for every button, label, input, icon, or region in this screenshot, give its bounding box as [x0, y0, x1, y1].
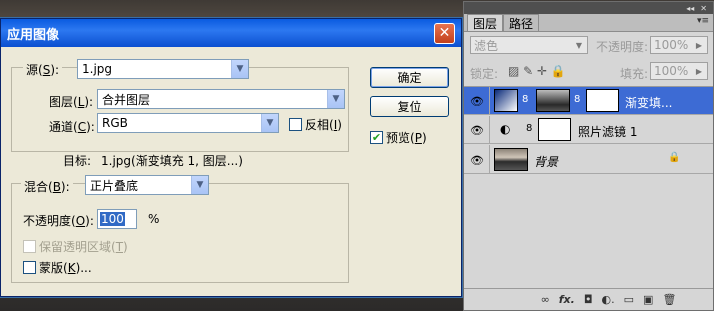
apply-image-dialog: 应用图像 ✕ 源(S): 1.jpg ▼ 图层(L): 合并图层 ▼ 通道(C)… — [0, 18, 462, 297]
mask-checkbox[interactable]: 蒙版(K)... — [23, 259, 92, 276]
chevron-down-icon: ▼ — [575, 40, 583, 50]
lock-fill-row: 锁定: ▨ ✎ ✛ 🔒 填充: 100% ▶ — [468, 62, 709, 84]
invert-checkbox[interactable]: 反相(I) — [289, 116, 342, 133]
source-value: 1.jpg — [82, 62, 113, 76]
channel-select[interactable]: RGB ▼ — [97, 113, 279, 133]
panel-opacity-label: 不透明度: — [596, 40, 649, 54]
panel-topbar: ◂◂ ✕ — [464, 2, 713, 14]
panel-tabs: 图层 路径 ▾≡ — [464, 14, 713, 32]
checkbox-icon — [23, 240, 36, 253]
gradient-fill-thumbnail — [494, 89, 518, 112]
panel-opacity-input[interactable]: 100% ▶ — [650, 36, 708, 54]
preview-checkbox[interactable]: ✔ 预览(P) — [370, 129, 427, 146]
layer-name: 照片滤镜 1 — [578, 125, 638, 139]
adjustment-layer-icon[interactable]: ◐. — [602, 293, 615, 306]
vector-mask-thumbnail — [586, 89, 619, 112]
folder-icon[interactable]: ▭ — [624, 293, 634, 306]
tab-paths[interactable]: 路径 — [503, 14, 540, 31]
layers-list: 👁 8 8 渐变填... 👁 ◐ 8 照片滤镜 1 👁 背景 🔒 — [464, 86, 713, 286]
new-layer-icon[interactable]: ▣ — [643, 293, 653, 306]
layer-row[interactable]: 👁 ◐ 8 照片滤镜 1 — [464, 116, 713, 144]
link-icon: 8 — [522, 94, 529, 105]
blend-mode-value: 滤色 — [474, 38, 499, 53]
reset-button[interactable]: 复位 — [370, 96, 449, 117]
link-layers-icon[interactable]: ∞ — [541, 293, 550, 306]
preserve-transparency-checkbox[interactable]: 保留透明区域(T) — [23, 238, 128, 255]
layer-visibility[interactable]: 👁 — [464, 145, 490, 173]
chevron-right-icon: ▶ — [695, 66, 703, 76]
blend-mode-select[interactable]: 滤色 ▼ — [470, 36, 588, 54]
eye-icon: 👁 — [470, 153, 484, 167]
opacity-unit: % — [148, 212, 160, 226]
source-label: 源(S): — [23, 61, 63, 78]
fill-label: 填充: — [620, 67, 649, 81]
collapse-icon[interactable]: ◂◂ — [686, 4, 694, 13]
chevron-down-icon: ▼ — [231, 60, 248, 78]
layer-name: 渐变填... — [625, 96, 673, 110]
layer-select[interactable]: 合并图层 ▼ — [97, 89, 345, 109]
chevron-down-icon: ▼ — [261, 114, 278, 132]
checkmark-icon: ✔ — [370, 131, 383, 144]
blend-select[interactable]: 正片叠底 ▼ — [85, 175, 209, 195]
fx-icon[interactable]: fx. — [559, 293, 575, 306]
checkbox-icon — [289, 118, 302, 131]
layer-mask-thumbnail — [536, 89, 570, 112]
layer-value: 合并图层 — [102, 92, 151, 107]
channel-value: RGB — [102, 116, 128, 130]
opacity-value: 100 — [100, 212, 125, 226]
chevron-right-icon: ▶ — [695, 40, 703, 50]
dialog-title: 应用图像 — [7, 27, 60, 43]
target-label: 目标: — [63, 154, 92, 168]
panel-opacity-value: 100% — [654, 38, 689, 52]
link-icon: 8 — [574, 94, 581, 105]
blend-opacity-row: 滤色 ▼ 不透明度: 100% ▶ — [468, 36, 709, 58]
chevron-down-icon: ▼ — [327, 90, 344, 108]
layers-panel: ◂◂ ✕ 图层 路径 ▾≡ 滤色 ▼ 不透明度: 100% ▶ 锁定: ▨ ✎ … — [463, 1, 714, 311]
fill-input[interactable]: 100% ▶ — [650, 62, 708, 80]
blend-label: 混合(B): — [21, 178, 73, 195]
lock-label: 锁定: — [470, 67, 499, 81]
eye-icon: 👁 — [470, 123, 484, 137]
trash-icon[interactable]: 🗑 — [662, 293, 676, 306]
close-icon[interactable]: ✕ — [700, 4, 707, 13]
layer-visibility[interactable]: 👁 — [464, 116, 490, 143]
close-icon[interactable]: ✕ — [434, 22, 455, 44]
opacity-label: 不透明度(O): — [23, 214, 94, 228]
opacity-input[interactable]: 100 — [97, 209, 137, 229]
layer-visibility[interactable]: 👁 — [464, 87, 490, 114]
channel-label: 通道(C): — [49, 120, 95, 134]
layer-name: 背景 — [534, 155, 559, 169]
dialog-title-bar[interactable]: 应用图像 ✕ — [1, 19, 461, 47]
blend-value: 正片叠底 — [90, 178, 139, 193]
tab-layers[interactable]: 图层 — [467, 14, 504, 31]
layer-label: 图层(L): — [49, 95, 94, 109]
panel-footer: ∞ fx. ◘ ◐. ▭ ▣ 🗑 — [464, 288, 713, 310]
checkbox-icon — [23, 261, 36, 274]
adjustment-icon: ◐ — [500, 122, 511, 136]
layer-row[interactable]: 👁 背景 🔒 — [464, 145, 713, 174]
lock-icon: 🔒 — [668, 152, 681, 163]
target-value: 1.jpg(渐变填充 1, 图层...) — [101, 154, 243, 168]
source-select[interactable]: 1.jpg ▼ — [77, 59, 249, 79]
add-mask-icon[interactable]: ◘ — [584, 293, 593, 306]
panel-menu-icon[interactable]: ▾≡ — [697, 16, 709, 26]
fill-value: 100% — [654, 64, 689, 78]
layer-row[interactable]: 👁 8 8 渐变填... — [464, 87, 713, 115]
link-icon: 8 — [526, 123, 533, 134]
layer-mask-thumbnail — [538, 118, 571, 141]
lock-icons[interactable]: ▨ ✎ ✛ 🔒 — [508, 64, 566, 78]
chevron-down-icon: ▼ — [191, 176, 208, 194]
background-thumbnail — [494, 148, 528, 171]
ok-button[interactable]: 确定 — [370, 67, 449, 88]
eye-icon: 👁 — [470, 94, 484, 108]
